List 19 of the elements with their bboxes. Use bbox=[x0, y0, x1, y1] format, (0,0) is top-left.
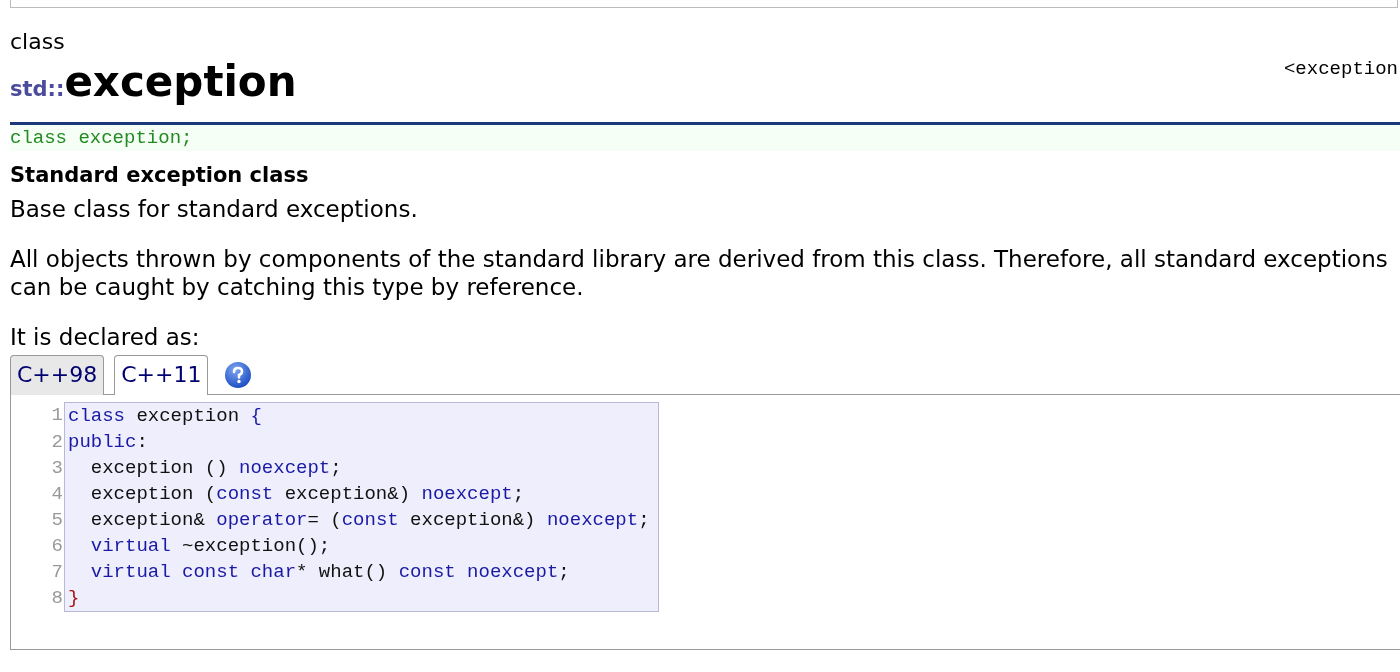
description-paragraph: All objects thrown by components of the standard library are derived from this class. Therefore, all standard exceptions can be caught by catching this type by reference. bbox=[10, 245, 1389, 301]
header-link[interactable]: <exception bbox=[1283, 58, 1398, 80]
declaration-code: class exception; bbox=[10, 122, 1400, 151]
line-number: 8 bbox=[50, 586, 64, 611]
line-number: 3 bbox=[50, 456, 64, 481]
line-number: 5 bbox=[50, 508, 64, 533]
line-number: 2 bbox=[50, 430, 64, 455]
page-title: std::exception bbox=[10, 56, 297, 108]
line-number: 6 bbox=[50, 534, 64, 559]
help-icon[interactable] bbox=[224, 360, 253, 389]
description-paragraph: Base class for standard exceptions. bbox=[10, 195, 419, 223]
summary-heading: Standard exception class bbox=[10, 162, 310, 189]
version-tab[interactable]: C++11 bbox=[114, 355, 209, 395]
line-number: 1 bbox=[50, 403, 64, 428]
entity-kind: class bbox=[10, 28, 66, 56]
description-paragraph: It is declared as: bbox=[10, 323, 201, 351]
line-number: 4 bbox=[50, 482, 64, 507]
line-number: 7 bbox=[50, 560, 64, 585]
version-tab[interactable]: C++98 bbox=[10, 355, 105, 395]
